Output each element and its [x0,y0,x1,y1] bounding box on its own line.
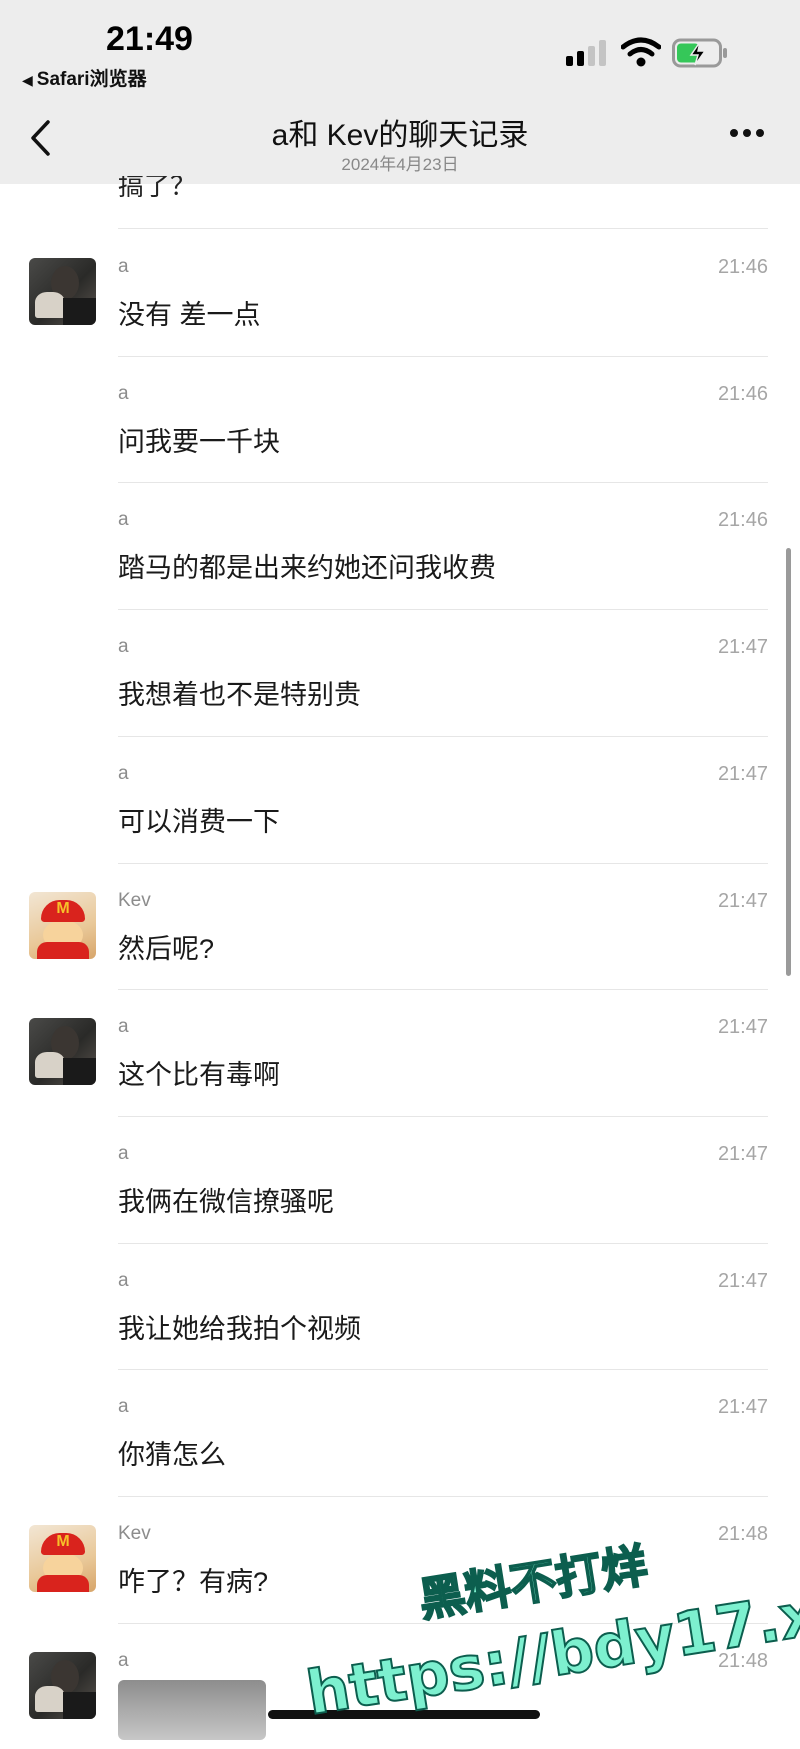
message-sender: a [118,1649,129,1671]
message-item[interactable]: a 21:47 我想着也不是特别贵 [0,609,800,735]
message-time: 21:47 [717,1016,768,1039]
message-time: 21:47 [717,636,768,659]
avatar-a[interactable] [29,1651,96,1719]
message-sender: a [118,256,129,277]
back-app-label: Safari浏览器 [36,69,147,90]
message-time: 21:47 [717,762,768,785]
message-sender: Kev [118,1523,151,1544]
status-time: 21:49 [106,20,193,58]
message-item[interactable]: a 21:47 可以消费一下 [0,736,800,862]
message-time: 21:47 [717,1396,768,1419]
message-text: 没有 差一点 [118,300,261,330]
message-text: 踏马的都是出来约她还问我收费 [118,553,496,584]
message-item[interactable]: M Kev 21:47 然后呢? [0,863,800,989]
message-text: 然后呢? [118,933,215,964]
avatar-a[interactable] [29,1018,96,1086]
message-sender: a [118,1396,129,1418]
avatar-kev[interactable]: M [29,891,96,959]
message-text: 问我要一千块 [118,426,280,457]
back-triangle-icon: ◀ [22,72,33,88]
message-text: 我让她给我拍个视频 [118,1313,361,1344]
message-item[interactable]: a 21:47 我让她给我拍个视频 [0,1243,800,1369]
message-time: 21:47 [717,1142,768,1165]
message-text: 可以消费一下 [118,806,280,837]
message-sender: a [118,1269,129,1291]
message-sender: a [118,762,129,784]
message-time: 21:46 [717,382,768,405]
avatar-a[interactable] [29,258,96,325]
cellular-signal-icon [566,40,606,66]
back-to-app-link[interactable]: ◀ Safari浏览器 [22,64,147,91]
message-text: 咋了？有病? [118,1567,269,1597]
message-item[interactable]: a 21:46 没有 差一点 [0,229,800,355]
message-item[interactable]: a 21:47 我俩在微信撩骚呢 [0,1116,800,1242]
message-time: 21:46 [717,509,768,532]
message-text: 我想着也不是特别贵 [118,680,361,711]
message-time: 21:47 [717,889,768,912]
message-item[interactable]: a 21:46 踏马的都是出来约她还问我收费 [0,482,800,608]
scrollbar[interactable] [786,548,791,976]
message-item[interactable]: a 21:47 这个比有毒啊 [0,989,800,1115]
top-bar: 21:49 ◀ Safari浏览器 a和 Kev的聊天记录 2024年4月23日 [0,0,800,184]
more-options-icon[interactable] [728,127,766,139]
message-item[interactable]: a 21:46 问我要一千块 [0,356,800,482]
message-sender: a [118,382,129,404]
message-text: 这个比有毒啊 [118,1060,280,1091]
message-item[interactable]: a 21:47 你猜怎么 [0,1369,800,1495]
message-sender: a [118,509,129,531]
page-subtitle-date: 2024年4月23日 [341,155,459,174]
message-time: 21:46 [717,256,768,278]
message-time: 21:47 [717,1269,768,1292]
message-text: 你猜怎么 [118,1440,226,1471]
message-sender: Kev [118,889,151,911]
message-sender: a [118,1016,129,1038]
image-message-thumbnail[interactable] [118,1680,266,1740]
page-title: a和 Kev的聊天记录 [271,119,529,152]
message-text: 我俩在微信撩骚呢 [118,1186,334,1217]
message-time: 21:48 [717,1523,768,1545]
message-sender: a [118,636,129,658]
battery-charging-icon [672,38,727,68]
wifi-icon [621,37,661,67]
message-sender: a [118,1142,129,1164]
avatar-kev[interactable]: M [29,1525,96,1592]
